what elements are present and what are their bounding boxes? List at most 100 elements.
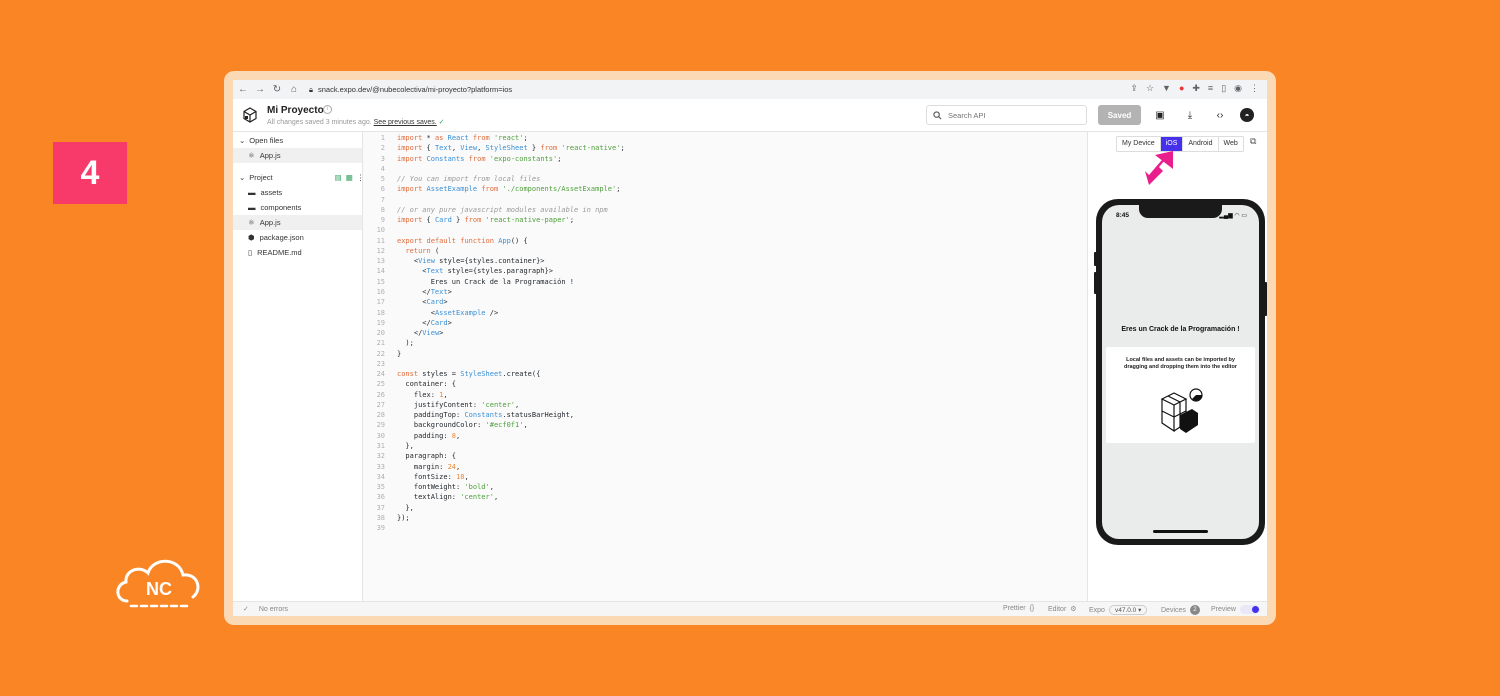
- file-item-app-js[interactable]: ⚛ App.js: [233, 215, 362, 230]
- line-number: 20: [376, 329, 385, 338]
- device-run-icon[interactable]: ▣: [1153, 108, 1167, 122]
- pointer-arrow-icon: [1145, 151, 1173, 185]
- phone-time: 8:45: [1116, 212, 1130, 219]
- platform-tabs: My Device iOS Android Web: [1116, 136, 1244, 152]
- prettier-toggle[interactable]: Prettier {}: [1003, 605, 1034, 612]
- line-number: 37: [376, 503, 385, 512]
- reading-list-icon[interactable]: ≡: [1208, 83, 1213, 94]
- see-previous-saves-link[interactable]: See previous saves.: [374, 119, 437, 126]
- editor-settings[interactable]: Editor ⚙: [1048, 605, 1077, 614]
- url-text: snack.expo.dev/@nubecolectiva/mi-proyect…: [318, 85, 513, 94]
- open-files-label: Open files: [249, 135, 284, 145]
- file-label: components: [260, 203, 302, 212]
- line-number: 19: [376, 318, 385, 327]
- file-item-readme[interactable]: ▯ README.md: [233, 245, 362, 260]
- line-number: 17: [376, 298, 385, 307]
- open-file-item[interactable]: ⚛ App.js: [233, 148, 362, 163]
- line-number: 2: [380, 144, 385, 153]
- expo-version-pill[interactable]: v47.0.0 ▾: [1108, 605, 1148, 615]
- open-external-icon[interactable]: ⧉: [1250, 136, 1256, 147]
- tab-ios[interactable]: iOS: [1160, 137, 1184, 151]
- code-text: // You can import from local files: [397, 175, 541, 184]
- new-folder-icon[interactable]: ▦: [346, 173, 353, 182]
- file-item-components[interactable]: ▬ components: [233, 200, 362, 215]
- saved-button[interactable]: Saved: [1098, 105, 1141, 125]
- line-number: 39: [376, 524, 385, 533]
- reload-icon[interactable]: ↻: [270, 84, 284, 95]
- filter-icon[interactable]: ▼: [1162, 83, 1171, 94]
- browser-window: ← → ↻ ⌂ 🔒︎ snack.expo.dev/@nubecolectiva…: [233, 80, 1267, 616]
- braces-icon: {}: [1029, 605, 1035, 612]
- expo-snack-logo[interactable]: [242, 107, 258, 123]
- preview-toggle[interactable]: Preview: [1211, 605, 1260, 614]
- address-bar[interactable]: 🔒︎ snack.expo.dev/@nubecolectiva/mi-proy…: [309, 85, 512, 95]
- code-line: 10: [363, 225, 1087, 235]
- embed-code-icon[interactable]: ‹›: [1213, 108, 1227, 122]
- code-line: 30 padding: 8,: [363, 431, 1087, 441]
- line-number: 9: [380, 216, 385, 225]
- forward-arrow-icon[interactable]: →: [253, 84, 267, 95]
- devices-count-badge: 2: [1189, 605, 1200, 615]
- new-file-icon[interactable]: ▤: [335, 173, 342, 182]
- code-line: 14 <Text style={styles.paragraph}>: [363, 266, 1087, 276]
- home-icon[interactable]: ⌂: [287, 84, 301, 95]
- chevron-down-icon: ⌄: [239, 135, 246, 145]
- step-number-badge: 4: [53, 142, 127, 204]
- home-indicator: [1153, 530, 1208, 533]
- file-item-package-json[interactable]: ⬢ package.json: [233, 230, 362, 245]
- project-info-icon[interactable]: i: [323, 105, 332, 114]
- code-line: 39: [363, 523, 1087, 533]
- browser-menu-icon[interactable]: ⋮: [1250, 83, 1259, 94]
- project-section[interactable]: ⌄ Project ▤ ▦ ⋮: [233, 169, 364, 185]
- code-text: </View>: [397, 329, 444, 338]
- line-number: 3: [380, 154, 385, 163]
- code-line: 35 fontWeight: 'bold',: [363, 482, 1087, 492]
- puzzle-extensions-icon[interactable]: ✚: [1192, 83, 1200, 94]
- phone-screen[interactable]: 8:45 ▂▄▆ ◠ ▭ Eres un Crack de la Program…: [1102, 205, 1259, 539]
- side-panel-icon[interactable]: ▯: [1221, 83, 1226, 94]
- share-icon[interactable]: ⇪: [1130, 83, 1138, 94]
- code-text: const styles = StyleSheet.create({: [397, 370, 541, 379]
- preview-switch[interactable]: [1239, 605, 1260, 614]
- tab-android[interactable]: Android: [1183, 137, 1219, 151]
- user-avatar[interactable]: ◓: [1240, 108, 1254, 122]
- code-text: });: [397, 513, 410, 522]
- code-line: 32 paragraph: {: [363, 451, 1087, 461]
- project-title[interactable]: Mi Proyecto: [267, 105, 324, 116]
- file-item-assets[interactable]: ▬ assets: [233, 185, 362, 200]
- code-editor[interactable]: 1 import * as React from 'react'; 2 import …: [363, 132, 1087, 601]
- package-icon: ⬢: [248, 233, 255, 242]
- code-text: import { Text, View, StyleSheet } from '…: [397, 144, 625, 153]
- extension-badge-icon[interactable]: ●: [1179, 83, 1184, 94]
- open-files-section[interactable]: ⌄ Open files: [233, 132, 362, 148]
- profile-avatar-icon[interactable]: ◉: [1234, 83, 1242, 94]
- file-label: App.js: [259, 218, 281, 227]
- errors-status[interactable]: ✓ No errors: [243, 605, 288, 614]
- back-arrow-icon[interactable]: ←: [236, 84, 250, 95]
- code-line: 27 justifyContent: 'center',: [363, 400, 1087, 410]
- search-icon: [933, 110, 942, 119]
- lock-icon: 🔒︎: [309, 84, 313, 94]
- devices-button[interactable]: Devices 2: [1161, 605, 1200, 615]
- tab-web[interactable]: Web: [1219, 137, 1243, 151]
- line-number: 1: [380, 134, 385, 142]
- tab-my-device[interactable]: My Device: [1117, 137, 1161, 151]
- line-number: 35: [376, 483, 385, 492]
- code-text: );: [397, 339, 414, 348]
- nc-cloud-logo: NC: [116, 559, 200, 608]
- code-text: import * as React from 'react';: [397, 134, 528, 142]
- code-line: 5 // You can import from local files: [363, 174, 1087, 184]
- download-icon[interactable]: ⤓: [1183, 108, 1197, 122]
- line-number: 36: [376, 493, 385, 502]
- code-text: return (: [405, 246, 440, 255]
- code-line: 1 import * as React from 'react';: [363, 133, 1087, 143]
- bookmark-star-icon[interactable]: ☆: [1146, 83, 1154, 94]
- search-api-box[interactable]: [926, 105, 1087, 125]
- code-line: 15 Eres un Crack de la Programación !: [363, 277, 1087, 287]
- code-text: backgroundColor: '#ecf0f1',: [397, 421, 528, 430]
- line-number: 26: [376, 390, 385, 399]
- code-line: 12 return (: [363, 246, 1087, 256]
- expo-version-select[interactable]: Expo v47.0.0 ▾: [1089, 605, 1148, 615]
- search-api-input[interactable]: [948, 110, 1078, 120]
- open-file-label: App.js: [259, 151, 281, 160]
